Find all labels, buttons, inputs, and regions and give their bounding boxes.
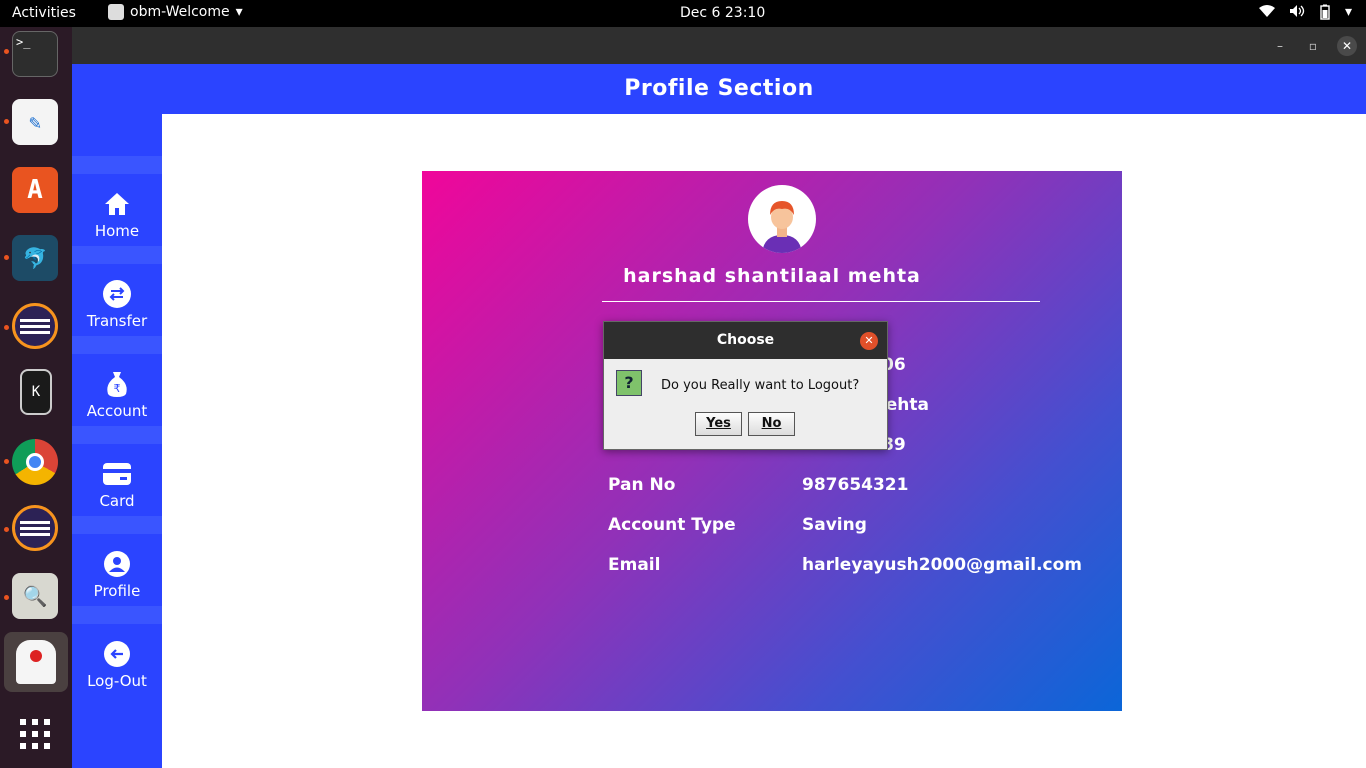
- java-duke-icon[interactable]: [4, 632, 68, 692]
- chevron-down-icon: ▾: [235, 4, 243, 20]
- email-value: harleyayush2000@gmail.com: [802, 555, 1083, 575]
- transfer-icon: [103, 280, 131, 308]
- avatar: [748, 185, 816, 253]
- logout-icon: [103, 640, 131, 668]
- system-tray[interactable]: ▾: [1258, 4, 1352, 24]
- running-indicator: [4, 527, 9, 532]
- close-button[interactable]: ✕: [1337, 36, 1357, 56]
- app-menu[interactable]: obm-Welcome ▾: [108, 4, 243, 20]
- clock[interactable]: Dec 6 23:10: [680, 5, 765, 21]
- running-indicator: [4, 325, 9, 330]
- dialog-title[interactable]: Choose: [604, 322, 887, 359]
- top-bar: Activities obm-Welcome ▾ Dec 6 23:10 ▾: [0, 0, 1366, 27]
- image-viewer-icon[interactable]: 🔍: [12, 573, 58, 619]
- no-button[interactable]: No: [748, 412, 795, 436]
- yes-button[interactable]: Yes: [695, 412, 742, 436]
- svg-text:₹: ₹: [114, 382, 121, 395]
- sidebar-item-logout[interactable]: Log-Out: [72, 624, 162, 696]
- sidebar-item-label: Log-Out: [87, 672, 147, 690]
- email-label: Email: [608, 555, 661, 575]
- minimize-button[interactable]: –: [1270, 36, 1290, 56]
- running-indicator: [4, 595, 9, 600]
- kde-connect-icon[interactable]: K: [20, 369, 52, 415]
- wifi-icon: [1258, 4, 1275, 24]
- window-titlebar[interactable]: – ▫ ✕: [72, 27, 1366, 64]
- running-indicator: [4, 49, 9, 54]
- profile-icon: [103, 550, 131, 578]
- money-bag-icon: ₹: [103, 370, 131, 398]
- app-icon: [108, 4, 124, 20]
- sidebar-item-label: Transfer: [86, 312, 148, 330]
- maximize-button[interactable]: ▫: [1303, 36, 1323, 56]
- sidebar-divider: [72, 426, 162, 444]
- card-icon: [103, 460, 131, 488]
- sidebar-divider: [72, 336, 162, 354]
- close-icon[interactable]: ✕: [860, 332, 878, 350]
- dialog-message: Do you Really want to Logout?: [661, 378, 860, 393]
- battery-icon: [1319, 4, 1331, 24]
- sidebar-divider: [72, 246, 162, 264]
- sidebar-item-label: Card: [99, 492, 135, 510]
- account-type-value: Saving: [802, 515, 867, 535]
- sidebar-item-card[interactable]: Card: [72, 444, 162, 516]
- app-grid-icon[interactable]: [12, 711, 58, 757]
- running-indicator: [4, 255, 9, 260]
- sidebar-divider: [72, 606, 162, 624]
- text-editor-icon[interactable]: ✎: [12, 99, 58, 145]
- sidebar-item-label: Home: [94, 222, 140, 240]
- running-indicator: [4, 119, 9, 124]
- sidebar-item-home[interactable]: Home: [72, 174, 162, 246]
- page-title: Profile Section: [624, 76, 814, 101]
- sidebar-item-label: Profile: [93, 582, 141, 600]
- sidebar-item-profile[interactable]: Profile: [72, 534, 162, 606]
- divider: [602, 301, 1040, 302]
- app-name: obm-Welcome: [130, 4, 230, 20]
- home-icon: [103, 190, 131, 218]
- activities-button[interactable]: Activities: [12, 5, 76, 21]
- profile-name: harshad shantilaal mehta: [623, 265, 921, 287]
- eclipse-icon[interactable]: [12, 505, 58, 551]
- eclipse-icon[interactable]: [12, 303, 58, 349]
- pan-label: Pan No: [608, 475, 676, 495]
- sidebar-item-account[interactable]: ₹ Account: [72, 354, 162, 426]
- sidebar-item-transfer[interactable]: Transfer: [72, 264, 162, 336]
- volume-icon: [1289, 4, 1305, 24]
- running-indicator: [4, 459, 9, 464]
- terminal-icon[interactable]: >_: [12, 31, 58, 77]
- sidebar: Home Transfer ₹ Account Card Profile Log…: [72, 114, 162, 768]
- logout-confirm-dialog: Choose ✕ ? Do you Really want to Logout?…: [603, 321, 888, 450]
- chrome-icon[interactable]: [12, 439, 58, 485]
- software-store-icon[interactable]: A: [12, 167, 58, 213]
- chevron-down-icon: ▾: [1344, 4, 1352, 20]
- sidebar-divider: [72, 516, 162, 534]
- dock: >_ ✎ A 🐬 K 🔍: [0, 27, 72, 768]
- sidebar-item-label: Account: [86, 402, 148, 420]
- account-type-label: Account Type: [608, 515, 736, 535]
- pan-value: 987654321: [802, 475, 909, 495]
- sidebar-divider: [72, 156, 162, 174]
- app-header: Profile Section: [72, 64, 1366, 114]
- question-icon: ?: [616, 370, 642, 396]
- mysql-workbench-icon[interactable]: 🐬: [12, 235, 58, 281]
